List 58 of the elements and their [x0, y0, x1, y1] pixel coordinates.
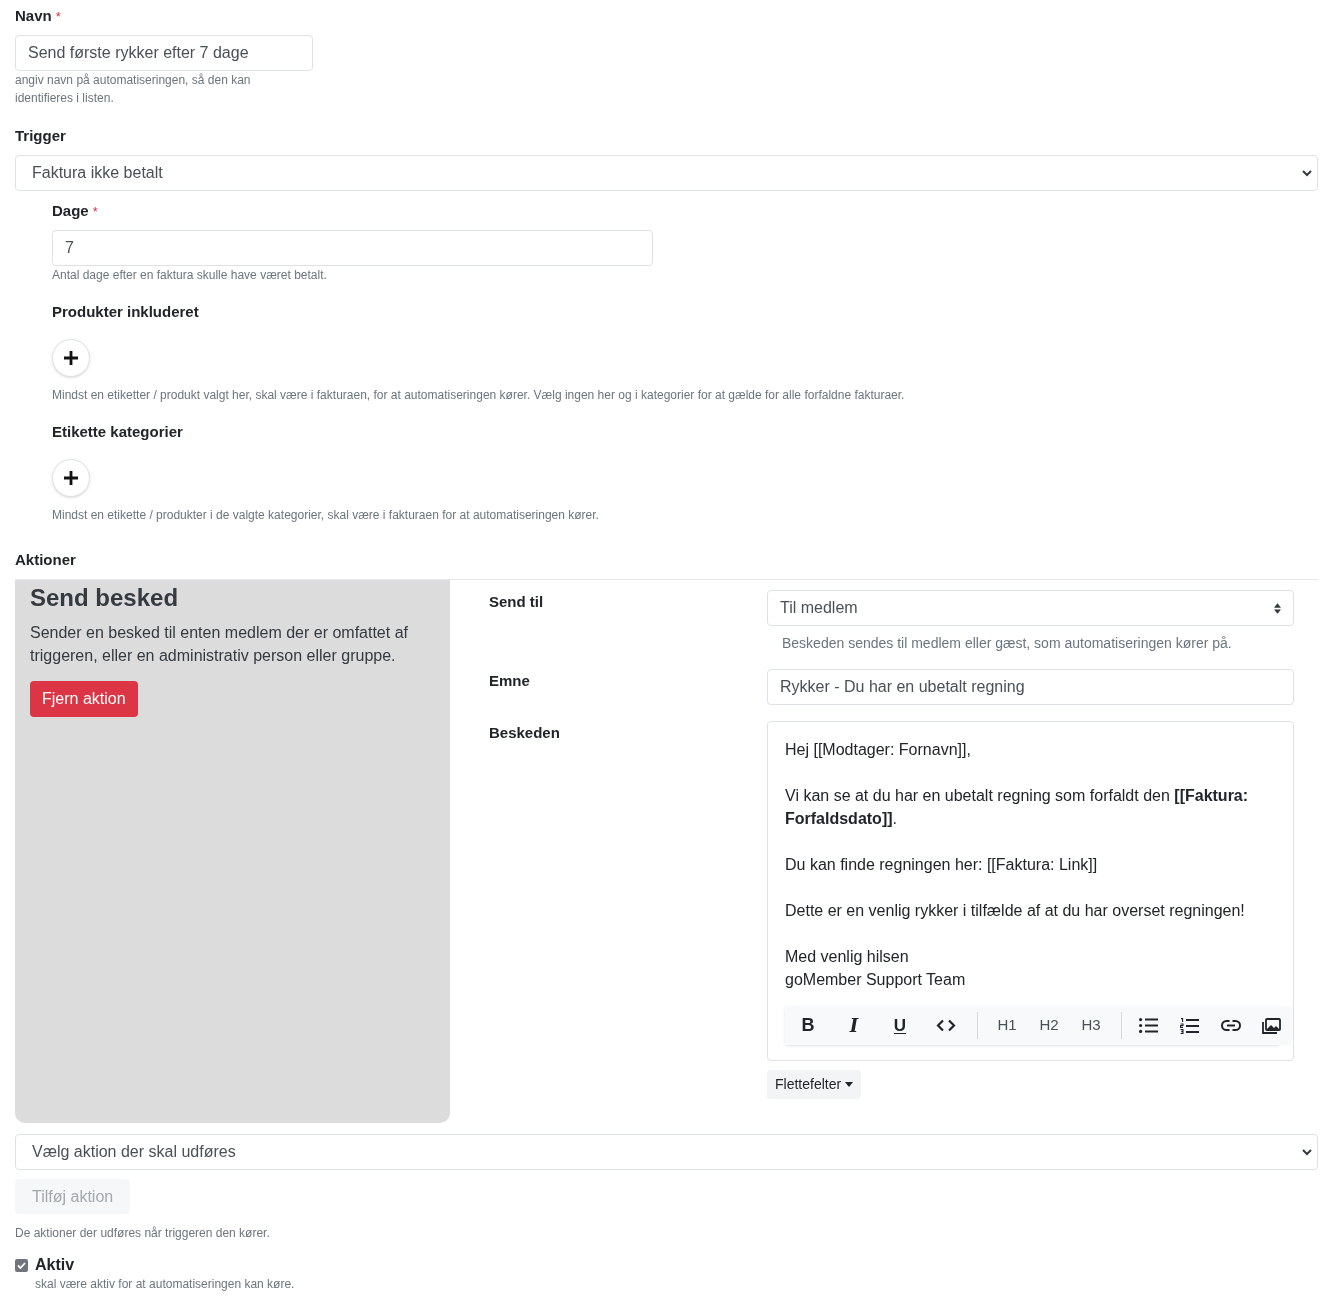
chevron-down-icon — [1302, 169, 1312, 177]
help-text: De aktioner der udføres når triggeren den kører. — [15, 1225, 271, 1242]
action-title: Send besked — [30, 583, 180, 613]
help-text: Beskeden sendes til medlem eller gæst, som automatiseringen kører på. — [781, 634, 1233, 653]
underline-button[interactable]: U — [877, 1006, 923, 1045]
image-button[interactable] — [1251, 1006, 1292, 1045]
heading-button[interactable]: H3 — [1070, 1006, 1112, 1045]
remove-action-button[interactable]: Fjern aktion — [30, 681, 138, 717]
input-field[interactable]: 7 — [52, 230, 653, 266]
merge-fields-button[interactable]: Flettefelter — [767, 1070, 862, 1099]
sort-arrows-icon — [1274, 602, 1281, 614]
recipient-select[interactable]: Til medlem — [767, 590, 1294, 626]
add-button[interactable] — [52, 459, 90, 497]
message-text: goMember Support Team — [785, 970, 967, 990]
heading-button[interactable]: H2 — [1028, 1006, 1070, 1045]
link-icon — [1220, 1020, 1241, 1031]
bulleted-list-icon — [1139, 1018, 1158, 1033]
checkbox-label: Aktiv — [35, 1255, 75, 1275]
help-text: Mindst en etiketter / produkt valgt her, skal være i fakturaen, for at automatiseringen kører. Vælg ingen her og i kategorier for at gælde for alle forfaldne fakturaer. — [52, 387, 906, 404]
field-label: Dage — [52, 201, 89, 221]
message-text: Vi kan se at du har en ubetalt regning som forfaldt den [[Faktura: Forfaldsdato]]. — [785, 786, 1250, 829]
field-label: Beskeden — [489, 723, 560, 743]
numbered-list-icon — [1180, 1017, 1199, 1034]
plus-icon — [64, 351, 78, 365]
field-label: Emne — [489, 671, 530, 691]
help-text: Antal dage efter en faktura skulle have været betalt. — [52, 267, 328, 284]
input-field[interactable]: Send første rykker efter 7 dage — [15, 35, 313, 71]
plus-icon — [64, 471, 78, 485]
message-text: Hej [[Modtager: Fornavn]], — [785, 740, 972, 760]
message-editor[interactable] — [767, 721, 1294, 1061]
checkbox[interactable] — [15, 1258, 28, 1272]
message-text: Med venlig hilsen — [785, 947, 910, 967]
action-description: Sender en besked til enten medlem der er omfattet af triggeren, eller en administrativ person eller gruppe. — [30, 623, 409, 666]
required-mark: * — [92, 203, 98, 221]
field-label: Navn — [15, 6, 52, 26]
required-mark: * — [55, 8, 61, 26]
message-text: Du kan finde regningen her: [[Faktura: Link]] — [785, 855, 1099, 875]
message-text: Dette er en venlig rykker i tilfælde af at du har overset regningen! — [785, 901, 1246, 921]
italic-button[interactable]: I — [831, 1006, 877, 1045]
caret-down-icon — [845, 1082, 854, 1087]
help-text: skal være aktiv for at automatiseringen kan køre. — [35, 1276, 296, 1293]
field-label: Trigger — [15, 126, 66, 146]
field-label: Etikette kategorier — [52, 422, 183, 442]
add-button[interactable] — [52, 339, 90, 377]
checkmark-icon — [17, 1261, 26, 1269]
input-field[interactable]: Rykker - Du har en ubetalt regning — [767, 669, 1294, 705]
code-icon — [936, 1019, 956, 1032]
bold-button[interactable]: B — [785, 1006, 831, 1045]
trigger-select[interactable]: Faktura ikke betalt — [15, 155, 1318, 191]
help-text: Mindst en etikette / produkter i de valgte kategorier, skal være i fakturaen for at automatiseringen kører. — [52, 507, 600, 524]
field-label: Send til — [489, 592, 544, 612]
field-label: Produkter inkluderet — [52, 302, 199, 322]
action-select[interactable]: Vælg aktion der skal udføres — [15, 1134, 1318, 1170]
heading-button[interactable]: H1 — [986, 1006, 1028, 1045]
chevron-down-icon — [1302, 1148, 1312, 1156]
help-text: angiv navn på automatiseringen, så den kan identifieres i listen. — [15, 72, 252, 107]
field-label: Aktioner — [15, 550, 76, 570]
image-icon — [1262, 1017, 1281, 1034]
